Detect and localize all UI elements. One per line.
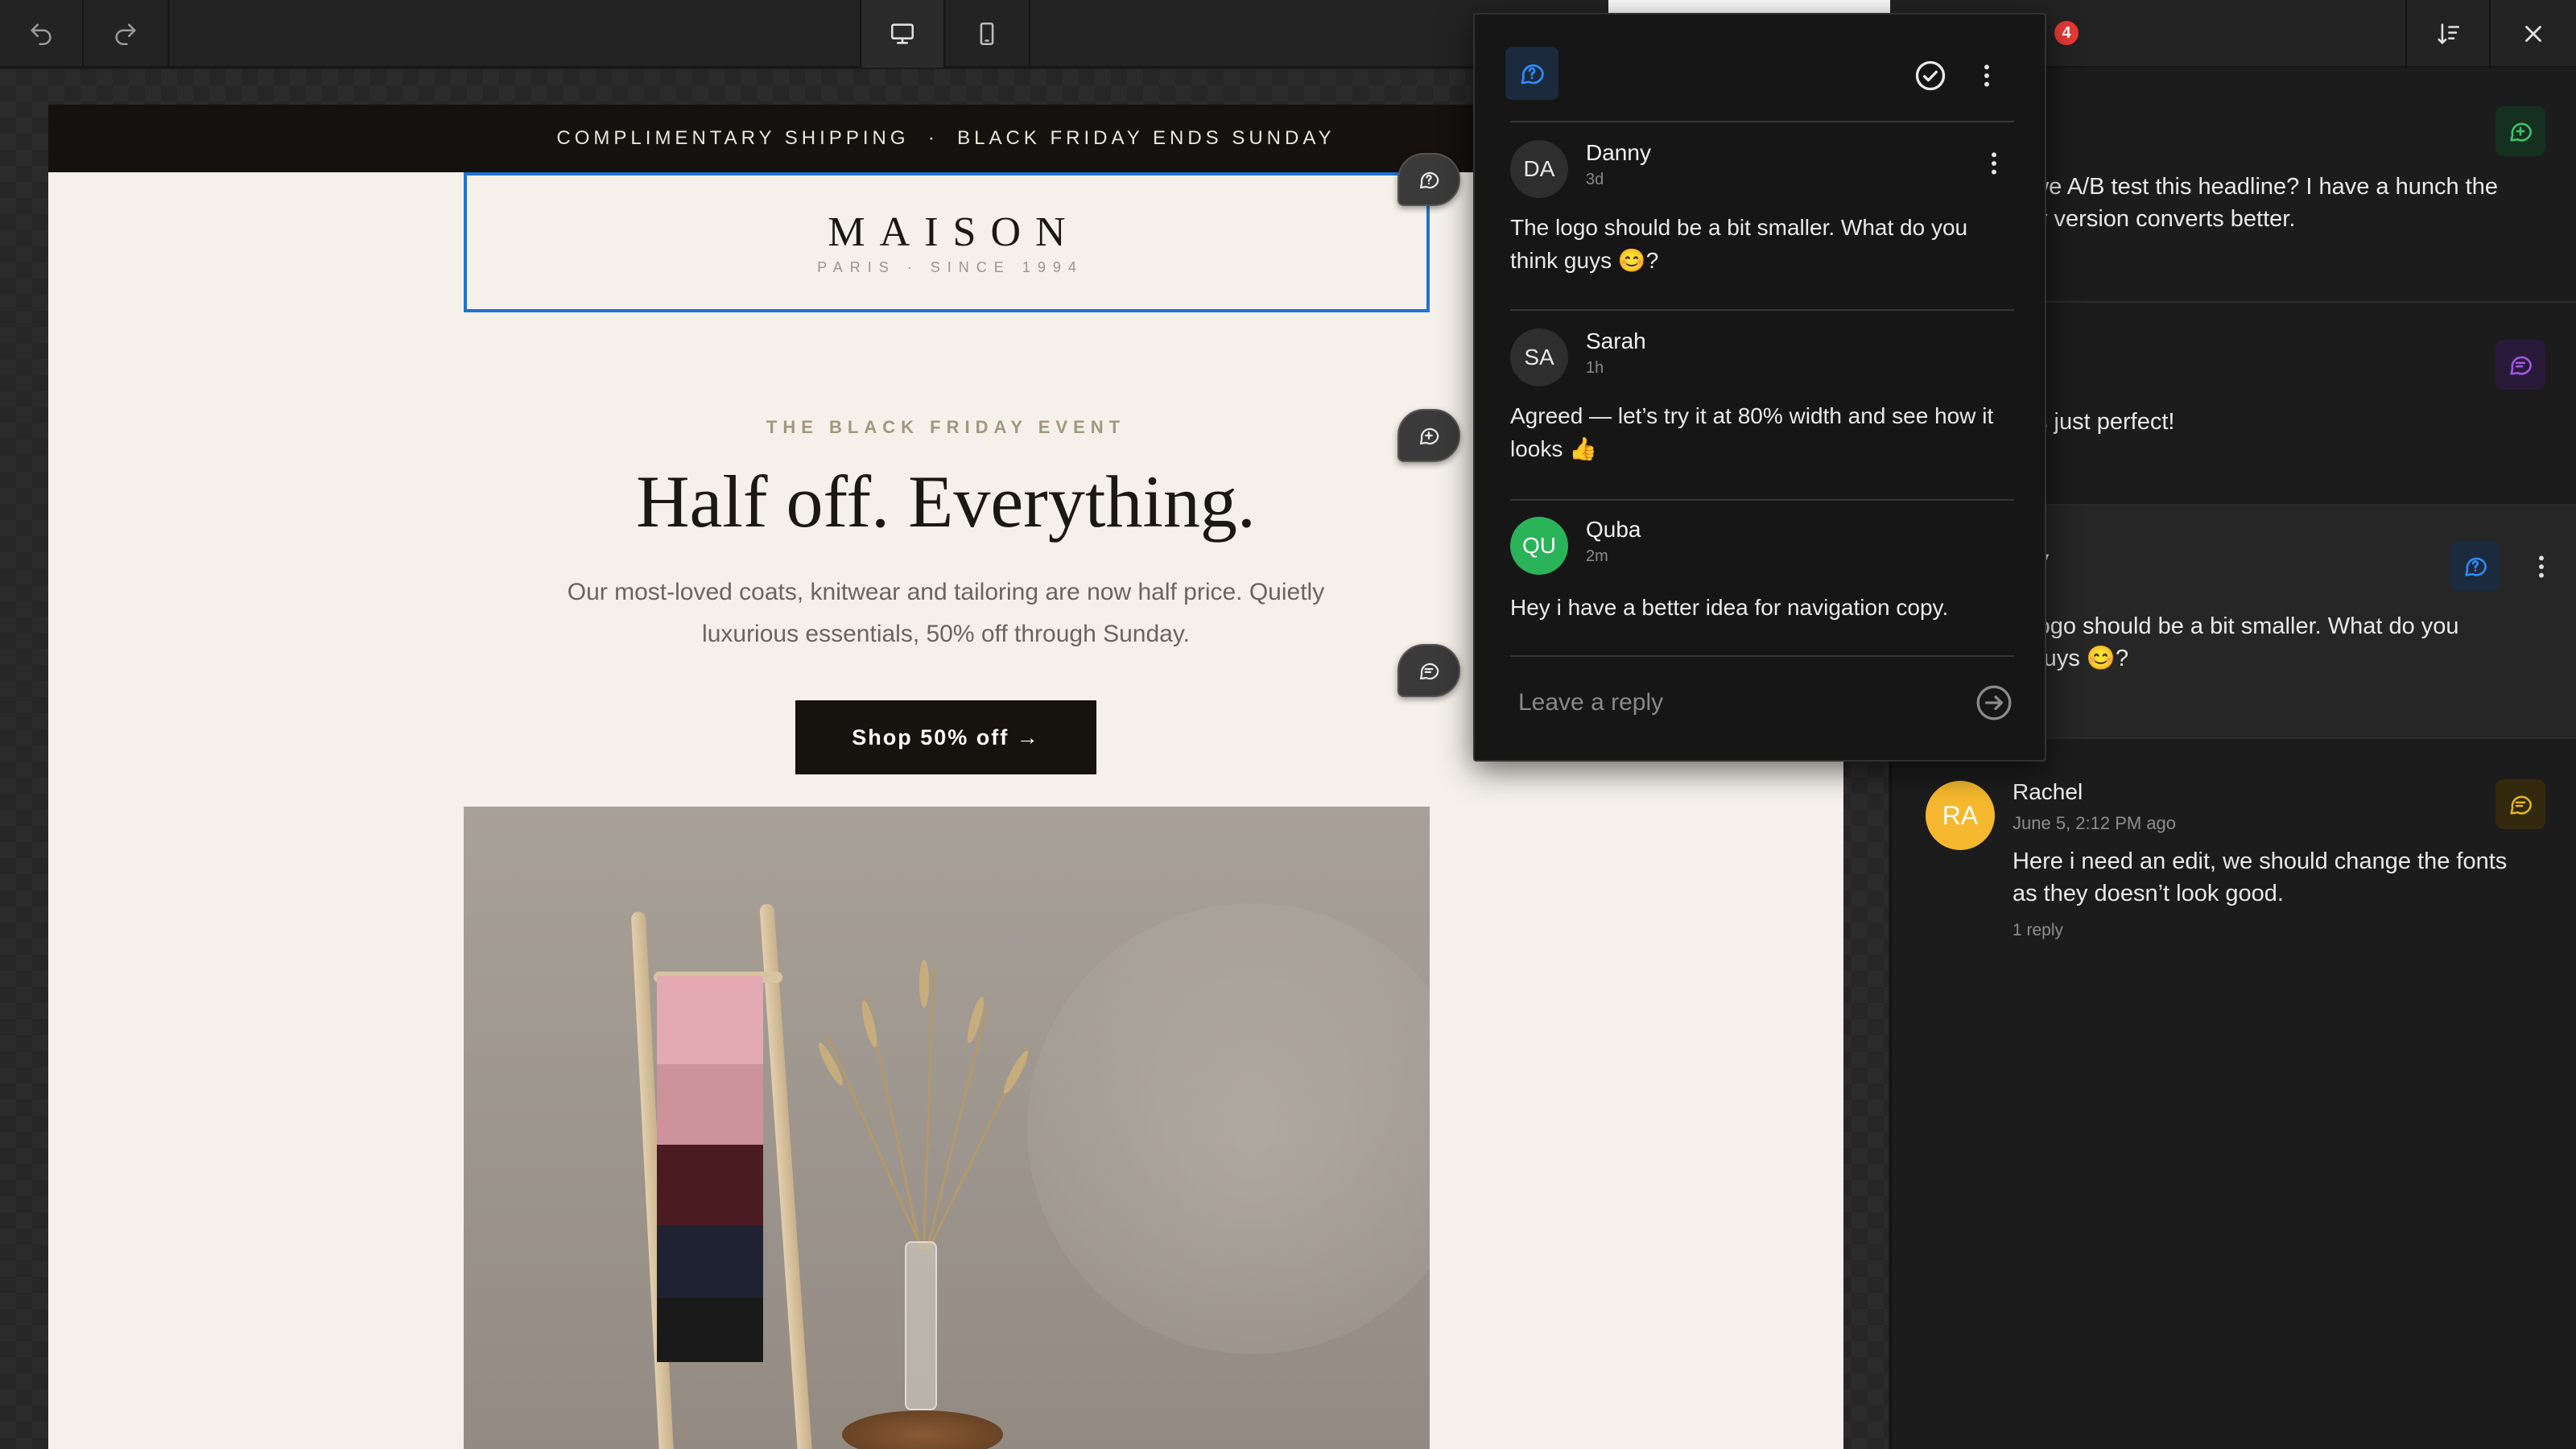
question-comment-icon	[1419, 171, 1439, 189]
divider	[1510, 499, 2014, 501]
more-vertical-icon	[1992, 152, 1996, 175]
logo-block-selected[interactable]: MAISON PARIS · SINCE 1994	[464, 172, 1430, 312]
avatar: DA	[1510, 140, 1568, 198]
cta-button[interactable]: Shop 50% off →	[795, 700, 1096, 774]
popover-more-button[interactable]	[1972, 58, 2001, 93]
question-comment-icon	[2465, 557, 2487, 576]
desktop-icon	[890, 23, 914, 44]
comment-count-badge: 4	[2054, 21, 2079, 45]
thread-text: n we A/B test this headline? I have a hu…	[2013, 174, 2498, 232]
thread-type-badge[interactable]	[2496, 340, 2545, 390]
comment-time: 3d	[1586, 171, 1604, 188]
comment-text: Hey i have a better idea for navigation …	[1510, 595, 1949, 620]
more-vertical-icon	[1984, 64, 1989, 87]
add-comment-icon	[2510, 122, 2533, 142]
comment-text: The logo should be a bit smaller. What d…	[1510, 215, 1968, 273]
comment-thread[interactable]: RA Rachel June 5, 2:12 PM ago Here i nee…	[1892, 739, 2576, 980]
undo-button[interactable]	[0, 0, 84, 68]
thread-type-badge[interactable]	[2496, 106, 2545, 156]
grass-stem	[923, 968, 935, 1250]
add-comment-icon	[1419, 427, 1439, 445]
grass-head	[1000, 1048, 1032, 1096]
brand-logo: MAISON	[828, 209, 1080, 255]
wall-highlight	[1027, 903, 1430, 1354]
sort-button[interactable]	[2405, 0, 2491, 68]
grass-head	[919, 960, 929, 1008]
divider	[1510, 309, 2014, 311]
thread-replies[interactable]: 1 reply	[2013, 921, 2063, 940]
ladder-rail-right	[759, 903, 814, 1449]
active-tab-indicator	[1608, 0, 1890, 13]
text-comment-icon	[2510, 356, 2533, 375]
close-panel-button[interactable]	[2491, 0, 2576, 68]
comment-author: Quba	[1586, 517, 1641, 542]
comment-time: 2m	[1586, 547, 1608, 565]
redo-button[interactable]	[84, 0, 169, 68]
text-comment-icon	[1419, 663, 1439, 680]
grass-stem	[826, 1035, 923, 1250]
sort-icon	[2438, 23, 2460, 44]
undo-icon	[31, 23, 52, 46]
thread-type-badge[interactable]	[2496, 779, 2545, 829]
thread-type-badge[interactable]	[2450, 541, 2500, 591]
comment-pin-body[interactable]	[1397, 644, 1460, 697]
wooden-stool	[842, 1410, 1003, 1449]
close-icon	[2525, 26, 2541, 42]
blanket-pink	[657, 976, 763, 1064]
avatar: RA	[1926, 781, 1995, 850]
blanket-navy	[657, 1225, 763, 1298]
glass-vase	[905, 1241, 937, 1410]
divider	[1510, 121, 2014, 122]
desktop-view-button[interactable]	[860, 0, 945, 68]
comment-more-button[interactable]	[1982, 143, 2006, 184]
comment-time: 1h	[1586, 359, 1604, 377]
avatar: SA	[1510, 328, 1568, 386]
thread-text: Here i need an edit, we should change th…	[2013, 848, 2508, 906]
thread-type-badge[interactable]	[1505, 47, 1558, 100]
comment-text: Agreed — let’s try it at 80% width and s…	[1510, 403, 1994, 461]
blanket-rose	[657, 1064, 763, 1145]
comment-author: Danny	[1586, 140, 1651, 165]
thread-text: e logo should be a bit smaller. What do …	[2013, 613, 2459, 671]
thread-more-button[interactable]	[2529, 543, 2553, 591]
send-arrow-icon[interactable]	[1974, 683, 2014, 723]
comment-pin-headline[interactable]	[1397, 409, 1460, 462]
comment-thread-popover: DA Danny 3d The logo should be a bit sma…	[1473, 13, 2046, 762]
body-copy[interactable]: Our most-loved coats, knitwear and tailo…	[564, 572, 1328, 655]
more-vertical-icon	[2539, 555, 2544, 578]
text-comment-icon	[2510, 795, 2533, 815]
top-toolbar: 4	[0, 0, 2576, 68]
thread-text: s is just perfect!	[2013, 409, 2175, 435]
mobile-icon	[980, 22, 994, 46]
redo-icon	[115, 23, 136, 46]
mobile-view-button[interactable]	[945, 0, 1030, 68]
divider	[1510, 655, 2014, 657]
avatar: QU	[1510, 517, 1568, 575]
grass-stem	[926, 1006, 989, 1250]
resolve-check-icon[interactable]	[1913, 58, 1948, 93]
comment-author: Sarah	[1586, 328, 1646, 353]
thread-time: June 5, 2:12 PM ago	[2013, 813, 2177, 833]
thread-author: Rachel	[2013, 779, 2083, 804]
blanket-black	[657, 1298, 763, 1362]
brand-tagline: PARIS · SINCE 1994	[817, 259, 1084, 275]
blanket-burgundy	[657, 1145, 763, 1225]
hero-image[interactable]	[464, 807, 1430, 1449]
question-comment-icon	[1521, 64, 1544, 85]
comment-pin-logo[interactable]	[1397, 153, 1460, 206]
reply-input[interactable]	[1510, 675, 1961, 731]
